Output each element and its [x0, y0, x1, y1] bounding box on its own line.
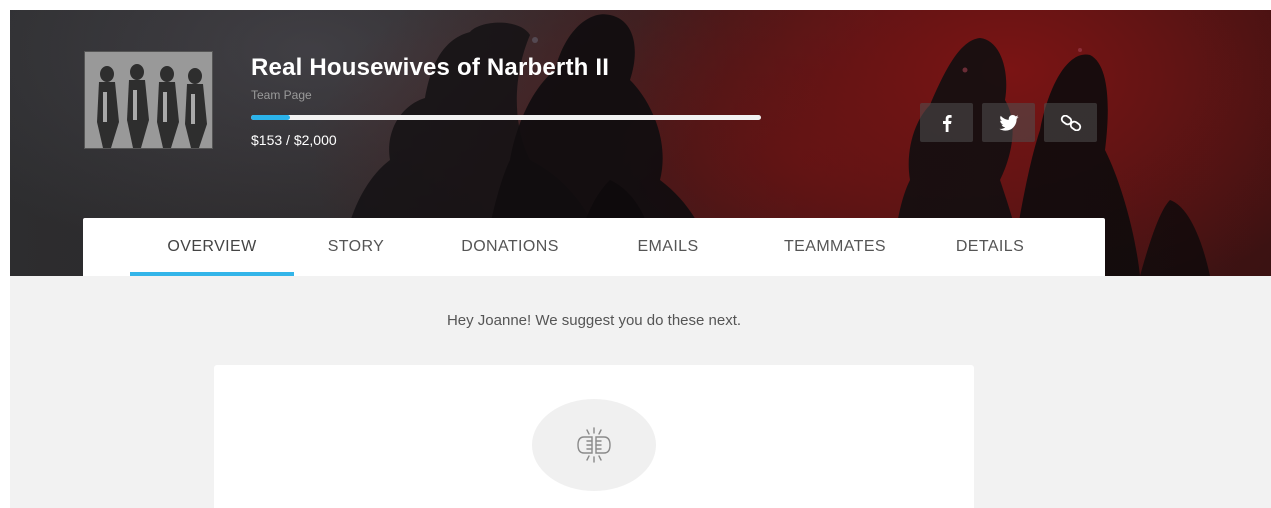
amount-goal: $2,000 [293, 132, 337, 148]
fundraising-progress-bar [251, 115, 761, 120]
fundraising-amount: $153 / $2,000 [251, 132, 337, 148]
suggestion-icon-circle [532, 399, 656, 491]
amount-raised: $153 [251, 132, 283, 148]
twitter-icon [998, 114, 1019, 131]
link-icon [1060, 114, 1081, 131]
suggestion-heading: Hey Joanne! We suggest you do these next… [446, 312, 742, 329]
twitter-share-button[interactable] [982, 103, 1035, 142]
tab-teammates[interactable]: TEAMMATES [754, 218, 916, 276]
team-header-banner: Real Housewives of Narberth II Team Page… [10, 10, 1271, 276]
page-type-label: Team Page [251, 88, 312, 102]
tab-story[interactable]: STORY [308, 218, 404, 276]
amount-separator: / [282, 132, 294, 148]
fist-bump-icon [577, 427, 611, 463]
tab-emails[interactable]: EMAILS [618, 218, 718, 276]
page-tabs: OVERVIEW STORY DONATIONS EMAILS TEAMMATE… [83, 218, 1105, 276]
facebook-icon [942, 114, 952, 132]
tab-overview[interactable]: OVERVIEW [130, 218, 294, 276]
team-photo-image [85, 52, 212, 148]
page-frame: Real Housewives of Narberth II Team Page… [10, 10, 1271, 508]
tab-details[interactable]: DETAILS [940, 218, 1040, 276]
team-photo[interactable] [84, 51, 213, 149]
suggestion-card[interactable] [214, 365, 974, 508]
copy-link-button[interactable] [1044, 103, 1097, 142]
team-name-title: Real Housewives of Narberth II [251, 54, 610, 81]
facebook-share-button[interactable] [920, 103, 973, 142]
active-tab-indicator [130, 272, 294, 276]
fundraising-progress-fill [251, 115, 290, 120]
tab-donations[interactable]: DONATIONS [440, 218, 580, 276]
